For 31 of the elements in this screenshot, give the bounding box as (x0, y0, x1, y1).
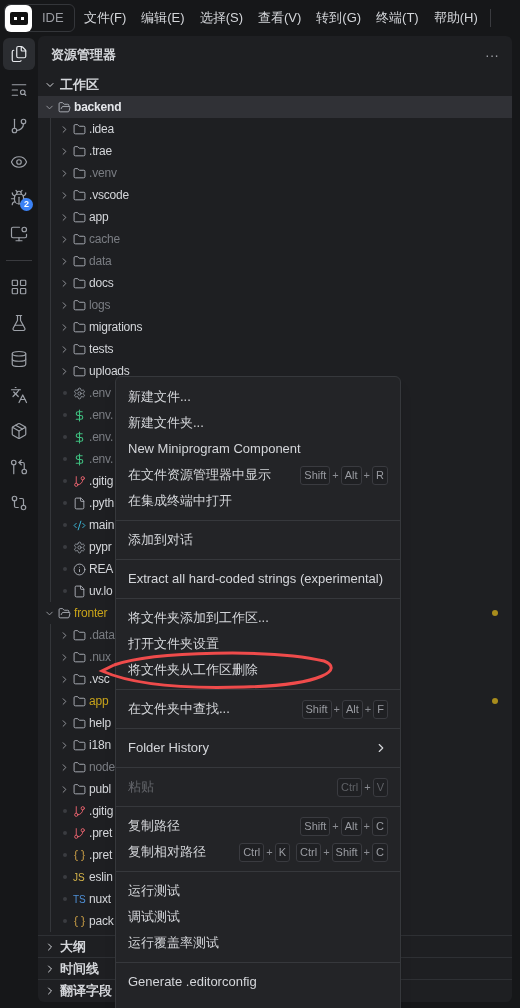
key-cap: Shift (331, 842, 362, 862)
plus-sign: + (364, 701, 372, 717)
plus-sign: + (363, 467, 371, 483)
plus-sign: + (332, 467, 339, 483)
key-cap: Alt (340, 816, 362, 836)
key-cap: F (373, 699, 388, 719)
key-cap: C (372, 842, 388, 862)
count-badge: 2 (20, 198, 33, 211)
key-cap: Ctrl (239, 842, 265, 862)
plus-sign: + (363, 818, 371, 834)
key-cap: Ctrl (296, 842, 322, 862)
plus-sign: + (323, 844, 330, 860)
key-cap: V (372, 777, 388, 797)
key-cap: K (274, 842, 291, 862)
plus-sign: + (266, 844, 273, 860)
panel-title: 资源管理器 (51, 46, 116, 65)
key-cap: R (372, 465, 388, 485)
key-cap: Shift (301, 699, 332, 719)
key-cap: Alt (342, 699, 363, 719)
key-cap: Shift (300, 816, 331, 836)
key-cap: Shift (300, 465, 331, 485)
plus-sign: + (333, 701, 340, 717)
key-cap: Alt (340, 465, 362, 485)
file-type-label: TS (73, 892, 86, 907)
app-label: IDE (42, 9, 64, 28)
key-cap: C (372, 816, 388, 836)
file-type-label: JS (73, 870, 86, 885)
key-cap: Ctrl (337, 777, 363, 797)
plus-sign: + (364, 779, 371, 795)
plus-sign: + (332, 818, 339, 834)
plus-sign: + (363, 844, 371, 860)
